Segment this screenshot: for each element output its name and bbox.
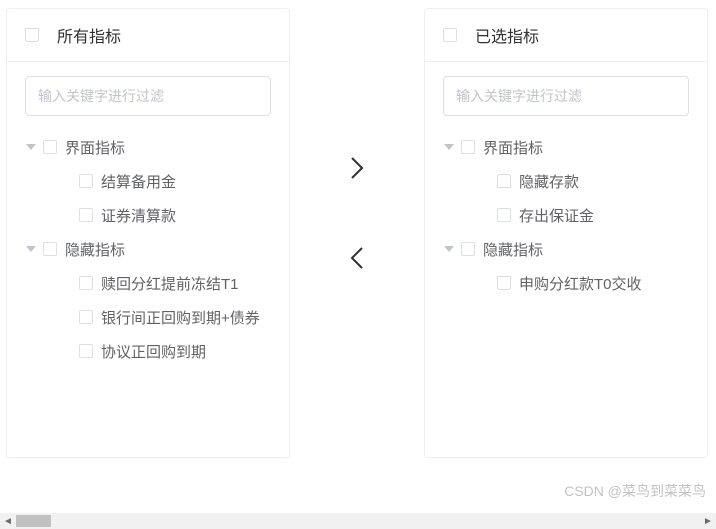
group-checkbox[interactable] <box>461 242 475 256</box>
group-label: 隐藏指标 <box>483 239 543 260</box>
select-all-checkbox[interactable] <box>25 28 39 42</box>
tree-group[interactable]: 隐藏指标 <box>25 232 271 266</box>
tree-item[interactable]: 协议正回购到期 <box>25 334 271 368</box>
filter-input[interactable] <box>443 76 689 116</box>
scroll-track[interactable] <box>16 513 700 529</box>
move-left-button[interactable] <box>342 238 372 278</box>
item-checkbox[interactable] <box>79 208 93 222</box>
tree: 界面指标 隐藏存款 存出保证金 隐藏指标 <box>443 130 689 300</box>
chevron-down-icon[interactable] <box>25 141 37 153</box>
tree-item[interactable]: 存出保证金 <box>443 198 689 232</box>
tree-item[interactable]: 赎回分红提前冻结T1 <box>25 266 271 300</box>
move-right-button[interactable] <box>342 148 372 188</box>
tree: 界面指标 结算备用金 证券清算款 隐藏指标 <box>25 130 271 368</box>
filter-input[interactable] <box>25 76 271 116</box>
item-label: 证券清算款 <box>101 205 176 226</box>
tree-group[interactable]: 隐藏指标 <box>443 232 689 266</box>
item-label: 隐藏存款 <box>519 171 579 192</box>
panel-body: 界面指标 隐藏存款 存出保证金 隐藏指标 <box>425 62 707 457</box>
item-label: 银行间正回购到期+债券 <box>101 307 260 328</box>
item-label: 申购分红款T0交收 <box>519 273 642 294</box>
tree-item[interactable]: 结算备用金 <box>25 164 271 198</box>
tree-item[interactable]: 银行间正回购到期+债券 <box>25 300 271 334</box>
tree-group[interactable]: 界面指标 <box>25 130 271 164</box>
tree-item[interactable]: 证券清算款 <box>25 198 271 232</box>
tree-group[interactable]: 界面指标 <box>443 130 689 164</box>
group-label: 界面指标 <box>65 137 125 158</box>
group-label: 隐藏指标 <box>65 239 125 260</box>
item-checkbox[interactable] <box>497 276 511 290</box>
group-checkbox[interactable] <box>43 242 57 256</box>
item-label: 存出保证金 <box>519 205 594 226</box>
item-checkbox[interactable] <box>497 174 511 188</box>
tree-item[interactable]: 隐藏存款 <box>443 164 689 198</box>
select-all-checkbox[interactable] <box>443 28 457 42</box>
scroll-thumb[interactable] <box>16 515 51 527</box>
tree-item[interactable]: 申购分红款T0交收 <box>443 266 689 300</box>
watermark: CSDN @菜鸟到菜菜鸟 <box>564 481 706 501</box>
group-checkbox[interactable] <box>43 140 57 154</box>
horizontal-scrollbar[interactable]: ◄ ► <box>0 513 716 529</box>
panel-body: 界面指标 结算备用金 证券清算款 隐藏指标 <box>7 62 289 457</box>
panel-title: 已选指标 <box>475 23 539 47</box>
group-label: 界面指标 <box>483 137 543 158</box>
panel-header: 所有指标 <box>7 9 289 62</box>
group-checkbox[interactable] <box>461 140 475 154</box>
chevron-down-icon[interactable] <box>25 243 37 255</box>
item-checkbox[interactable] <box>497 208 511 222</box>
item-label: 协议正回购到期 <box>101 341 206 362</box>
scroll-right-arrow-icon[interactable]: ► <box>700 513 716 529</box>
selected-indicators-panel: 已选指标 界面指标 隐藏存款 存出保证金 <box>424 8 708 458</box>
transfer-buttons <box>290 8 424 278</box>
item-checkbox[interactable] <box>79 276 93 290</box>
transfer-container: 所有指标 界面指标 结算备用金 证券清算款 <box>0 0 716 466</box>
chevron-down-icon[interactable] <box>443 243 455 255</box>
item-label: 赎回分红提前冻结T1 <box>101 273 239 294</box>
panel-title: 所有指标 <box>57 23 121 47</box>
panel-header: 已选指标 <box>425 9 707 62</box>
item-checkbox[interactable] <box>79 174 93 188</box>
chevron-down-icon[interactable] <box>443 141 455 153</box>
item-label: 结算备用金 <box>101 171 176 192</box>
scroll-left-arrow-icon[interactable]: ◄ <box>0 513 16 529</box>
all-indicators-panel: 所有指标 界面指标 结算备用金 证券清算款 <box>6 8 290 458</box>
item-checkbox[interactable] <box>79 344 93 358</box>
item-checkbox[interactable] <box>79 310 93 324</box>
